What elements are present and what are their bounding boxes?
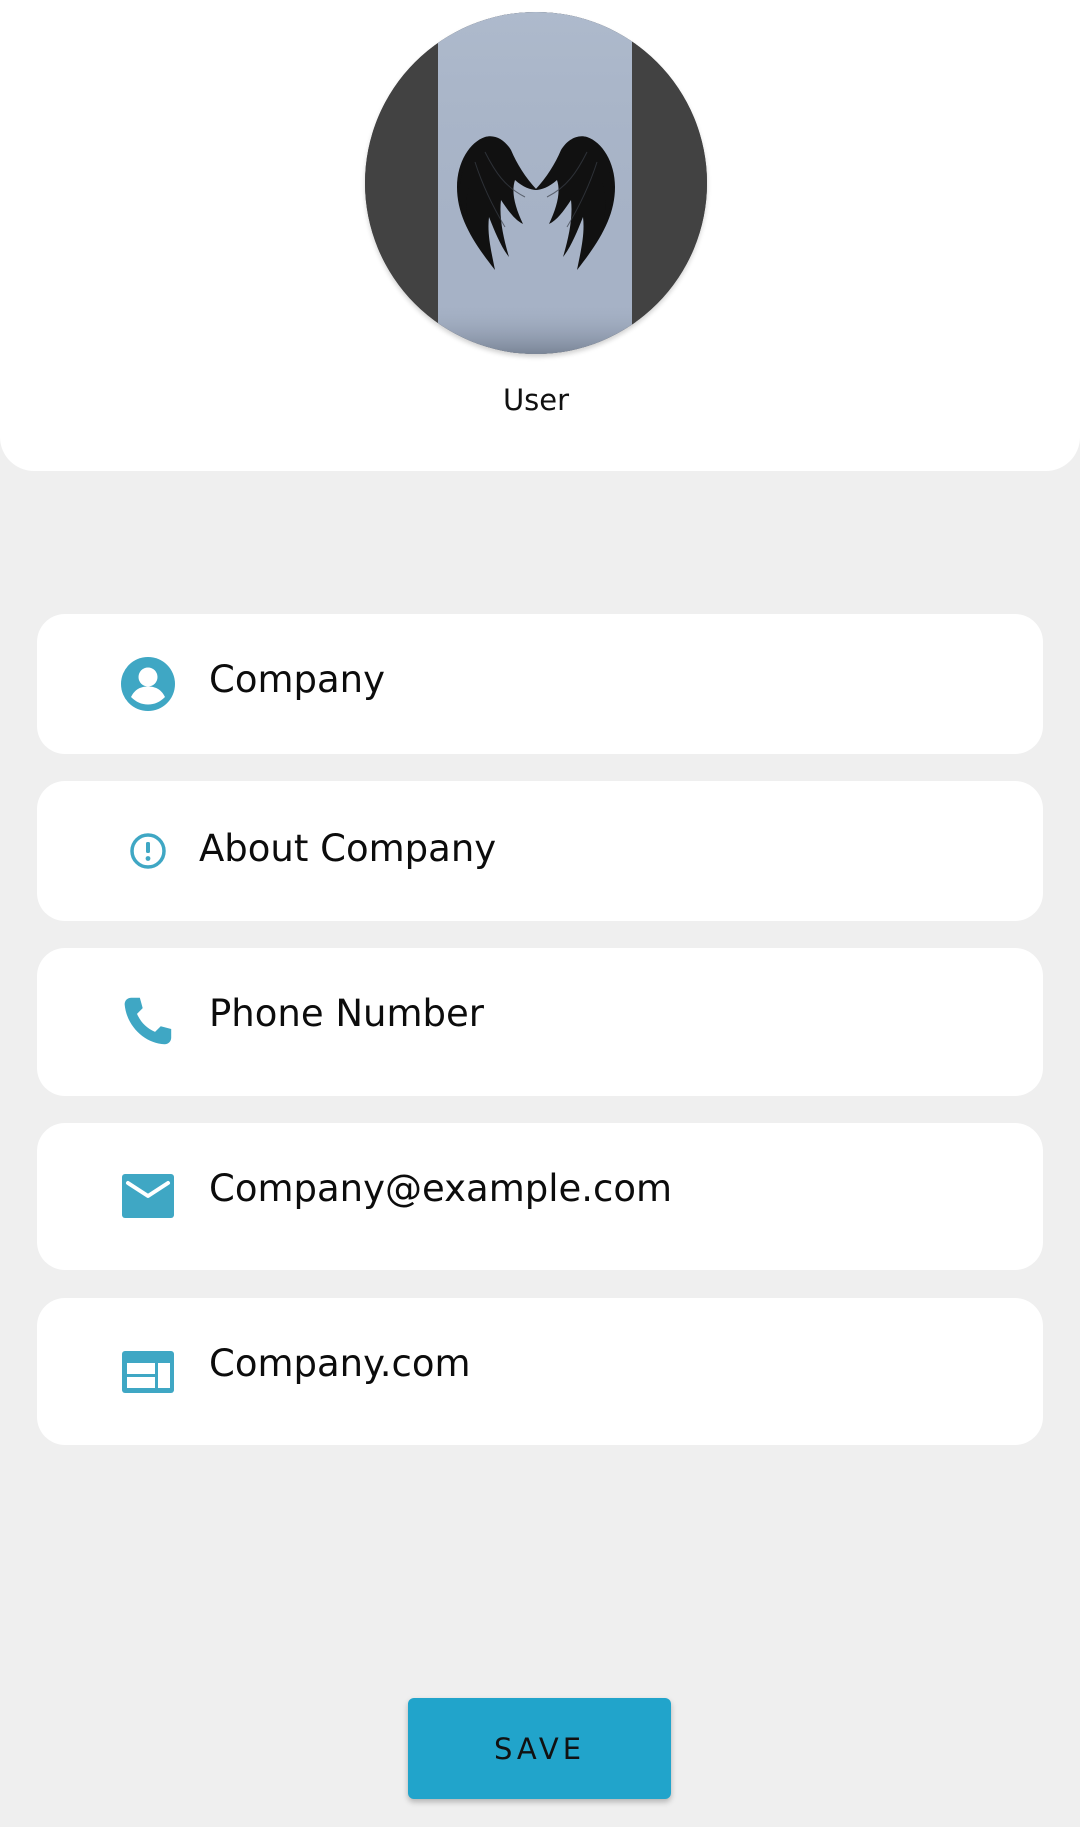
- account-circle-icon: [120, 656, 176, 712]
- email-value: Company@example.com: [209, 1167, 673, 1210]
- web-icon: [120, 1344, 176, 1400]
- about-company-field[interactable]: About Company: [37, 781, 1043, 921]
- phone-number-value: Phone Number: [209, 992, 485, 1035]
- profile-name: User: [502, 383, 570, 417]
- profile-header: User: [0, 0, 1080, 471]
- website-field[interactable]: Company.com: [37, 1298, 1043, 1445]
- email-field[interactable]: Company@example.com: [37, 1123, 1043, 1270]
- email-icon: [120, 1168, 176, 1224]
- save-button-label: SAVE: [493, 1731, 586, 1766]
- profile-avatar[interactable]: [365, 12, 707, 354]
- about-company-value: About Company: [199, 827, 497, 870]
- info-outline-icon: [120, 823, 176, 879]
- company-name-value: Company: [209, 658, 386, 701]
- website-value: Company.com: [209, 1342, 471, 1385]
- angel-wings-image: [365, 12, 707, 354]
- save-button[interactable]: SAVE: [408, 1698, 671, 1799]
- company-name-field[interactable]: Company: [37, 614, 1043, 754]
- phone-icon: [120, 994, 176, 1050]
- phone-number-field[interactable]: Phone Number: [37, 948, 1043, 1096]
